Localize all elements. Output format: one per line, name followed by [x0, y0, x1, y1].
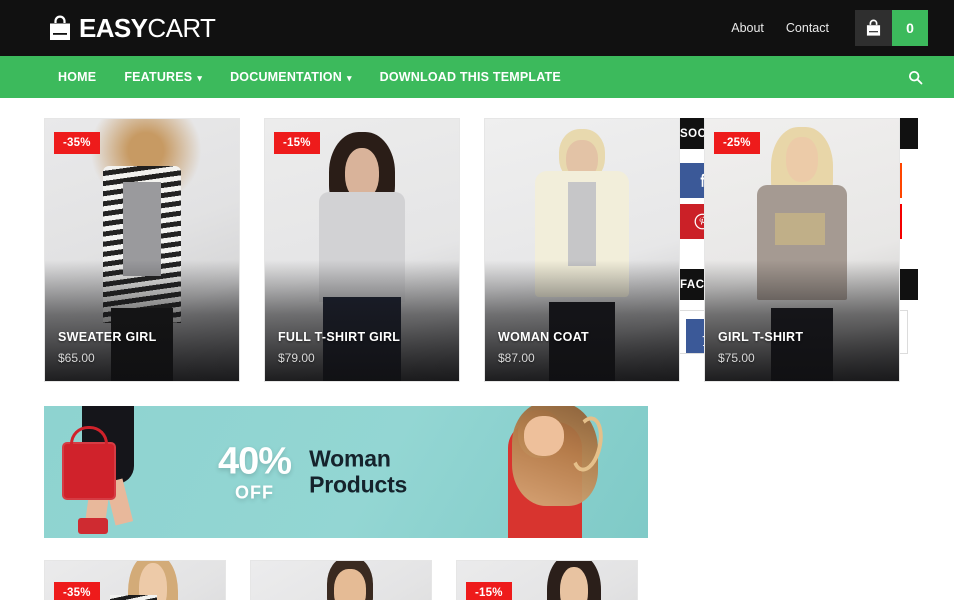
shopping-bag-icon — [48, 15, 72, 41]
nav-item-features[interactable]: FEATURES ▾ — [110, 56, 216, 98]
discount-badge: -35% — [54, 132, 100, 154]
product-price: $87.00 — [498, 351, 535, 365]
main-content: -35% SWEATER GIRL $65.00 -15% FULL T-SHI… — [44, 118, 900, 600]
logo-text-bold: EASY — [79, 13, 148, 43]
cart-count-badge[interactable]: 0 — [892, 10, 928, 46]
chevron-down-icon: ▾ — [346, 72, 352, 83]
product-price: $75.00 — [718, 351, 755, 365]
product-card[interactable]: -35% SWEATER GIRL $65.00 — [44, 118, 240, 382]
discount-badge: -35% — [54, 582, 100, 600]
product-title: WOMAN COAT — [498, 330, 589, 344]
banner-off-word: OFF — [235, 482, 275, 503]
banner-headline: Woman Products — [309, 445, 408, 498]
nav-item-label: HOME — [58, 70, 97, 84]
banner-text: 40% OFF Woman Products — [218, 443, 407, 502]
product-price: $79.00 — [278, 351, 315, 365]
product-title: GIRL T-SHIRT — [718, 330, 804, 344]
banner-discount: 40% OFF — [218, 440, 292, 503]
product-title: FULL T-SHIRT GIRL — [278, 330, 401, 344]
shopping-bag-icon — [865, 19, 882, 37]
nav-item-label: FEATURES — [124, 70, 193, 84]
nav-item-download-this-template[interactable]: DOWNLOAD THIS TEMPLATE — [366, 56, 575, 98]
product-card[interactable]: -25% GIRL T-SHIRT $75.00 — [704, 118, 900, 382]
logo-text: EASYCART — [79, 13, 216, 43]
top-bar: EASYCART About Contact 0 — [0, 0, 954, 56]
page-body: -35% SWEATER GIRL $65.00 -15% FULL T-SHI… — [0, 98, 954, 600]
product-title: SWEATER GIRL — [58, 330, 157, 344]
nav-item-home[interactable]: HOME — [44, 56, 110, 98]
product-meta: GIRL T-SHIRT $75.00 — [718, 330, 803, 365]
promo-banner[interactable]: 40% OFF Woman Products — [44, 406, 648, 538]
bottom-product-grid: -35% -15% — [44, 560, 648, 600]
nav-items: HOME FEATURES ▾ DOCUMENTATION ▾ DOWNLOAD… — [44, 56, 575, 98]
search-button[interactable] — [902, 64, 928, 90]
discount-badge: -15% — [274, 132, 320, 154]
top-link-about[interactable]: About — [731, 21, 764, 35]
nav-item-label: DOCUMENTATION — [230, 70, 342, 84]
cart-button[interactable] — [855, 10, 892, 46]
product-meta: SWEATER GIRL $65.00 — [58, 330, 157, 365]
top-link-contact[interactable]: Contact — [786, 21, 829, 35]
product-price: $65.00 — [58, 351, 95, 365]
banner-headline-line2: Products — [309, 471, 408, 497]
banner-headline-line1: Woman — [309, 445, 391, 472]
logo-text-light: CART — [147, 13, 216, 43]
product-meta: FULL T-SHIRT GIRL $79.00 — [278, 330, 400, 365]
product-grid: -35% SWEATER GIRL $65.00 -15% FULL T-SHI… — [44, 118, 900, 382]
discount-badge: -25% — [714, 132, 760, 154]
nav-item-label: DOWNLOAD THIS TEMPLATE — [379, 70, 561, 84]
site-logo[interactable]: EASYCART — [48, 13, 216, 43]
product-image — [251, 561, 431, 600]
nav-item-documentation[interactable]: DOCUMENTATION ▾ — [216, 56, 366, 98]
product-card[interactable] — [250, 560, 432, 600]
search-icon — [908, 70, 923, 85]
main-navigation: HOME FEATURES ▾ DOCUMENTATION ▾ DOWNLOAD… — [0, 56, 954, 98]
product-card[interactable]: -15% — [456, 560, 638, 600]
cart-widget[interactable]: 0 — [855, 10, 928, 46]
product-card[interactable]: WOMAN COAT $87.00 — [484, 118, 680, 382]
top-bar-right: About Contact 0 — [731, 0, 928, 56]
discount-badge: -15% — [466, 582, 512, 600]
product-card[interactable]: -15% FULL T-SHIRT GIRL $79.00 — [264, 118, 460, 382]
product-card[interactable]: -35% — [44, 560, 226, 600]
banner-percent: 40% — [218, 440, 292, 483]
chevron-down-icon: ▾ — [197, 72, 203, 83]
product-meta: WOMAN COAT $87.00 — [498, 330, 589, 365]
